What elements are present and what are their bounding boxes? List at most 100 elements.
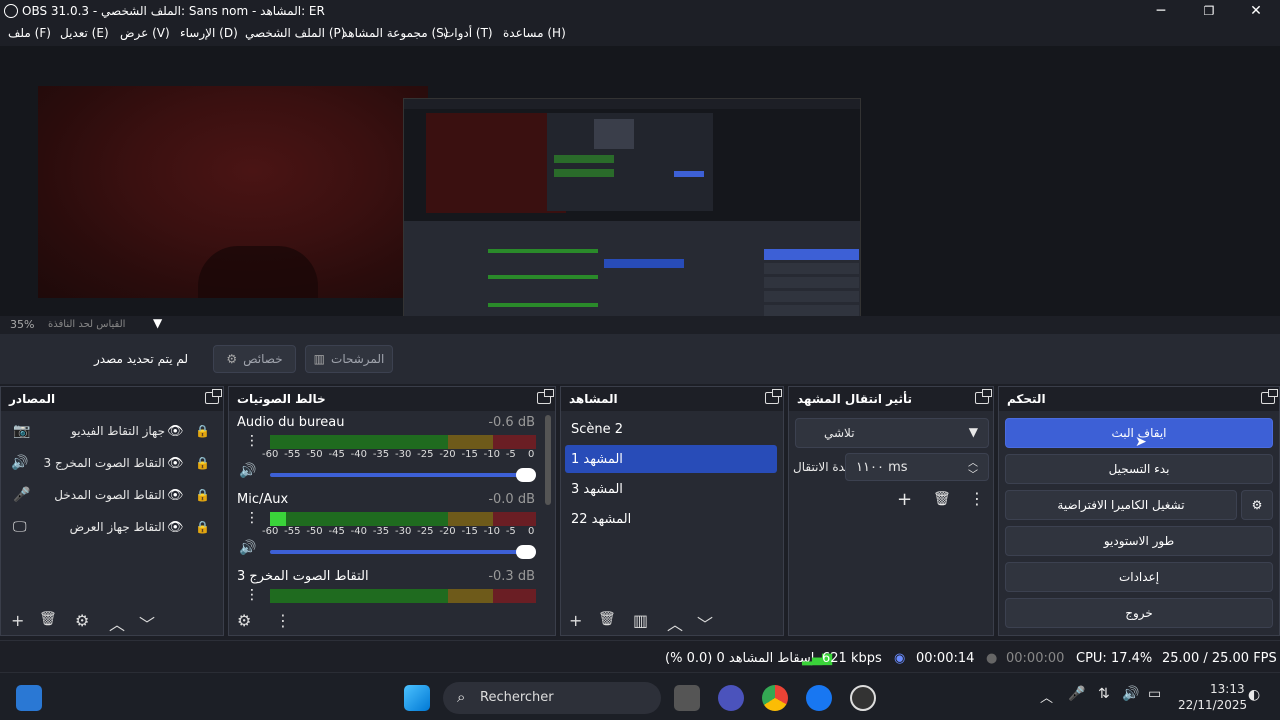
menu-profile[interactable]: الملف الشخصي (P) bbox=[245, 26, 345, 40]
move-down-icon[interactable]: ﹀ bbox=[139, 611, 155, 635]
filters-button[interactable]: ▥ المرشحات bbox=[305, 345, 393, 373]
clock-date[interactable]: 22/11/2025 bbox=[1178, 698, 1247, 712]
teams-icon[interactable] bbox=[718, 685, 744, 711]
lock-icon[interactable]: 🔒 bbox=[195, 520, 210, 534]
move-up-icon[interactable]: ︿ bbox=[109, 611, 125, 635]
battery-icon[interactable]: ▭ bbox=[1148, 686, 1161, 702]
taskbar-search[interactable]: ⌕ Rechercher bbox=[443, 682, 661, 714]
more-options-icon[interactable]: ⋮ bbox=[245, 587, 259, 603]
chevron-up-icon[interactable]: ︿ bbox=[1040, 687, 1053, 706]
source-item[interactable]: 🎤 التقاط الصوت المدخل 👁 🔒 bbox=[1, 480, 225, 510]
filters-label: المرشحات bbox=[331, 352, 385, 366]
source-item[interactable]: 🔊 التقاط الصوت المخرج 3 👁 🔒 bbox=[1, 448, 225, 478]
lock-icon[interactable]: 🔒 bbox=[195, 424, 210, 438]
volume-slider[interactable] bbox=[270, 468, 536, 482]
settings-button[interactable]: إعدادات bbox=[1005, 562, 1273, 592]
sources-dock: المصادر 📷 جهاز التقاط الفيديو 👁 🔒 🔊 التق… bbox=[0, 386, 224, 636]
transition-select[interactable]: تلاشي ▼ bbox=[795, 418, 989, 448]
volume-slider[interactable] bbox=[270, 545, 536, 559]
menu-help[interactable]: مساعدة (H) bbox=[503, 26, 566, 40]
scene-item[interactable]: المشهد 3 bbox=[565, 475, 777, 503]
more-options-icon[interactable]: ⋮ bbox=[245, 433, 259, 449]
microphone-icon[interactable]: 🎤 bbox=[1068, 686, 1085, 702]
more-options-icon[interactable]: ⋮ bbox=[969, 489, 985, 508]
chevron-down-icon[interactable]: ﹀ bbox=[968, 466, 978, 481]
preview-canvas[interactable] bbox=[0, 46, 1280, 356]
source-item[interactable]: 🖵 التقاط جهاز العرض 👁 🔒 bbox=[1, 512, 225, 542]
exit-button[interactable]: خروج bbox=[1005, 598, 1273, 628]
slider-knob[interactable] bbox=[516, 468, 536, 482]
slider-knob[interactable] bbox=[516, 545, 536, 559]
virtual-camera-button[interactable]: تشغيل الكاميرا الافتراضية bbox=[1005, 490, 1237, 520]
gear-icon[interactable]: ⚙ bbox=[237, 611, 251, 630]
scale-tick-label: -60 bbox=[262, 449, 279, 460]
undock-icon[interactable] bbox=[537, 389, 554, 404]
move-down-icon[interactable]: ﹀ bbox=[697, 611, 713, 635]
task-view-icon[interactable] bbox=[674, 685, 700, 711]
gear-icon: ⚙ bbox=[1251, 498, 1263, 512]
add-icon[interactable]: + bbox=[897, 489, 912, 510]
more-options-icon[interactable]: ⋮ bbox=[245, 510, 259, 526]
window-title: OBS 31.0.3 - الملف الشخصي: Sans nom - ال… bbox=[22, 4, 325, 18]
trash-icon[interactable]: 🗑 bbox=[39, 611, 57, 627]
sources-footer: + 🗑 ⚙ ︿ ﹀ bbox=[1, 607, 223, 635]
scene-item[interactable]: المشهد 22 bbox=[565, 505, 777, 533]
menu-edit[interactable]: تعديل (E) bbox=[60, 26, 109, 40]
properties-label: خصائص bbox=[243, 352, 283, 366]
undock-icon[interactable] bbox=[765, 389, 782, 404]
scale-tick-label: -55 bbox=[284, 449, 301, 460]
undock-icon[interactable] bbox=[205, 389, 222, 404]
eye-icon[interactable]: 👁 bbox=[167, 520, 184, 535]
eye-icon[interactable]: 👁 bbox=[167, 424, 184, 439]
duration-value: ١١٠٠ ms bbox=[856, 460, 908, 475]
close-button[interactable]: ✕ bbox=[1233, 0, 1279, 22]
notifications-icon[interactable]: ◐ bbox=[1248, 687, 1260, 703]
lock-icon[interactable]: 🔒 bbox=[195, 456, 210, 470]
scale-tick-label: -15 bbox=[461, 449, 478, 460]
volume-icon[interactable]: 🔊 bbox=[1122, 686, 1139, 702]
menu-tools[interactable]: أدوات (T) bbox=[443, 26, 493, 40]
clock-time[interactable]: 13:13 bbox=[1210, 682, 1245, 696]
studio-mode-button[interactable]: طور الاستوديو bbox=[1005, 526, 1273, 556]
eye-icon[interactable]: 👁 bbox=[167, 488, 184, 503]
chrome-icon[interactable] bbox=[762, 685, 788, 711]
filter-icon[interactable]: ▥ bbox=[633, 611, 648, 630]
trash-icon[interactable]: 🗑 bbox=[933, 491, 951, 507]
widgets-icon[interactable] bbox=[16, 685, 42, 711]
windows-start-icon[interactable] bbox=[404, 685, 430, 711]
menu-scene-collection[interactable]: مجموعة المشاهد (S) bbox=[342, 26, 448, 40]
maximize-button[interactable]: ❐ bbox=[1186, 0, 1232, 22]
minimize-button[interactable]: ─ bbox=[1138, 0, 1184, 22]
scene-item[interactable]: المشهد 1 bbox=[565, 445, 777, 473]
move-up-icon[interactable]: ︿ bbox=[667, 611, 683, 635]
scene-item[interactable]: Scène 2 bbox=[565, 415, 777, 443]
chevron-down-icon[interactable]: ▼ bbox=[153, 316, 162, 330]
facebook-icon[interactable] bbox=[806, 685, 832, 711]
speaker-icon[interactable]: 🔊 bbox=[239, 540, 256, 556]
obs-taskbar-icon[interactable] bbox=[850, 685, 876, 711]
undock-icon[interactable] bbox=[975, 389, 992, 404]
undock-icon[interactable] bbox=[1261, 389, 1278, 404]
duration-label: مدة الانتقال bbox=[793, 460, 852, 474]
add-icon[interactable]: + bbox=[569, 611, 582, 630]
scale-tick-label: -40 bbox=[350, 526, 367, 537]
trash-icon[interactable]: 🗑 bbox=[598, 611, 616, 627]
mixer-scrollbar[interactable] bbox=[545, 415, 551, 505]
gear-icon[interactable]: ⚙ bbox=[75, 611, 89, 630]
speaker-icon[interactable]: 🔊 bbox=[239, 463, 256, 479]
menu-file[interactable]: ملف (F) bbox=[8, 26, 51, 40]
start-recording-button[interactable]: بدء التسجيل bbox=[1005, 454, 1273, 484]
duration-spinbox[interactable]: ١١٠٠ ms ︿ ﹀ bbox=[845, 453, 989, 481]
menu-docks[interactable]: الإرساء (D) bbox=[180, 26, 238, 40]
eye-icon[interactable]: 👁 bbox=[167, 456, 184, 471]
properties-button[interactable]: ⚙ خصائص bbox=[213, 345, 296, 373]
add-icon[interactable]: + bbox=[11, 611, 24, 630]
network-icon[interactable]: ⇅ bbox=[1098, 686, 1110, 702]
menu-view[interactable]: عرض (V) bbox=[120, 26, 170, 40]
source-item[interactable]: 📷 جهاز التقاط الفيديو 👁 🔒 bbox=[1, 416, 225, 446]
virtual-camera-settings-button[interactable]: ⚙ bbox=[1241, 490, 1273, 520]
more-options-icon[interactable]: ⋮ bbox=[275, 611, 291, 630]
scale-mode-label[interactable]: القياس لحد النافذة bbox=[48, 319, 125, 330]
lock-icon[interactable]: 🔒 bbox=[195, 488, 210, 502]
cpu-usage: CPU: 17.4% bbox=[1076, 651, 1153, 666]
